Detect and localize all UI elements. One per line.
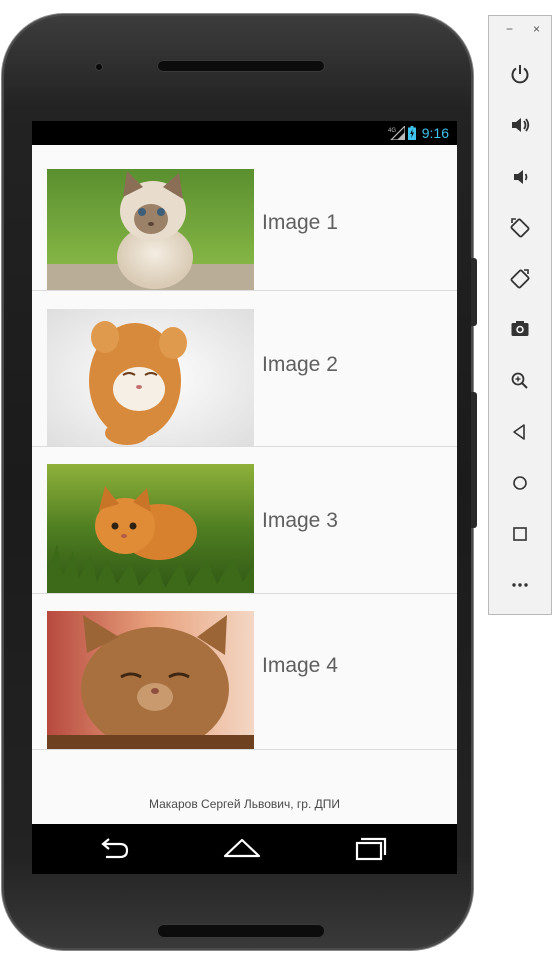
thumbnail-image [47,309,254,446]
item-label: Image 2 [262,353,338,376]
item-label: Image 4 [262,654,338,677]
list-item[interactable]: Image 4 [32,594,457,750]
list-item[interactable]: Image 1 [32,145,457,291]
rotate-left-button[interactable] [505,213,535,243]
screenshot-button[interactable] [505,314,535,344]
status-clock: 9:16 [421,125,449,141]
item-label: Image 1 [262,211,338,234]
toolbar-back-button[interactable] [505,417,535,447]
emulator-toolbar: − × [488,15,552,615]
back-icon [513,424,525,440]
back-icon [101,838,129,859]
thumbnail-image [47,169,254,290]
recents-icon [355,837,387,861]
volume-down-icon [514,170,528,184]
navigation-bar [32,824,457,874]
battery-icon [407,126,416,140]
home-icon [513,476,527,490]
image-list[interactable]: Image 1 Image 2 Image 3 Image 4 [32,145,457,750]
nav-home-button[interactable] [222,835,262,863]
volume-up-button[interactable] [505,110,535,140]
item-label: Image 3 [262,509,338,532]
front-camera [96,64,102,70]
overview-icon [513,527,527,541]
toolbar-home-button[interactable] [505,468,535,498]
phone-frame: 4G 9:16 Image 1 Image 2 Image 3 Image 4 … [2,14,473,950]
power-side-button [471,258,477,326]
zoom-button[interactable] [505,366,535,396]
nav-back-button[interactable] [94,835,134,863]
nav-recents-button[interactable] [350,835,390,863]
volume-side-button [471,392,477,528]
rotate-right-icon [510,269,530,289]
close-button[interactable]: × [533,22,540,36]
list-item[interactable]: Image 3 [32,447,457,594]
zoom-icon [511,372,528,389]
volume-up-icon [512,118,530,132]
earpiece-speaker [157,60,325,72]
author-caption: Макаров Сергей Львович, гр. ДПИ [148,797,341,811]
list-item[interactable]: Image 2 [32,291,457,447]
rotate-left-icon [510,218,530,238]
thumbnail-image [47,464,254,593]
home-icon [223,838,261,858]
minimize-button[interactable]: − [506,22,513,36]
toolbar-overview-button[interactable] [505,519,535,549]
toolbar-window-controls: − × [489,22,551,36]
thumbnail-image [47,611,254,749]
power-button[interactable] [505,59,535,89]
volume-down-button[interactable] [505,162,535,192]
status-icons: 4G 9:16 [388,124,449,142]
svg-text:4G: 4G [388,128,396,134]
more-icon [512,583,528,587]
more-button[interactable] [505,568,535,598]
phone-screen: 4G 9:16 Image 1 Image 2 Image 3 Image 4 … [32,121,457,874]
rotate-right-button[interactable] [505,264,535,294]
signal-icon: 4G [388,126,405,140]
bottom-speaker [157,924,325,938]
status-bar: 4G 9:16 [32,121,457,145]
camera-icon [511,321,529,336]
power-icon [511,65,529,84]
